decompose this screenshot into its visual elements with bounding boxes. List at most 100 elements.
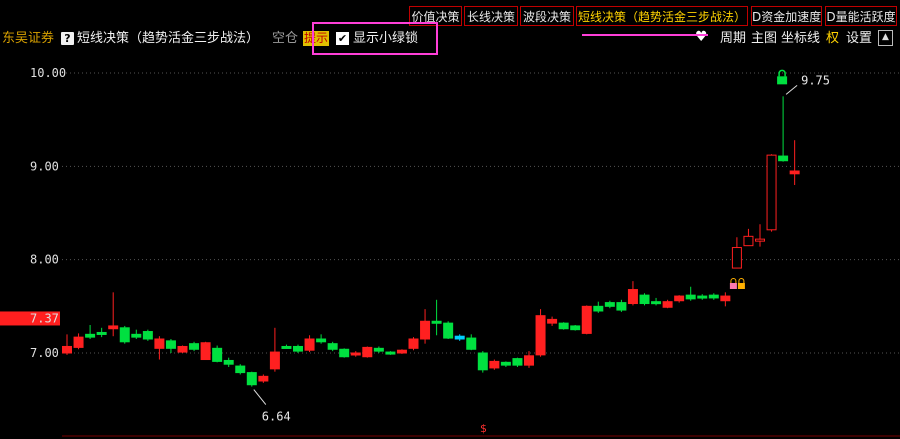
favorite-heart-icon[interactable]: ♥ — [695, 28, 708, 46]
candle — [755, 224, 765, 247]
candle-body — [581, 305, 592, 334]
candle — [73, 333, 84, 350]
broker-name: 东吴证券 — [2, 31, 55, 46]
help-icon[interactable]: ? — [61, 32, 74, 45]
y-tick-label: 8.00 — [30, 253, 59, 267]
candle — [177, 345, 188, 353]
candle-body — [281, 345, 292, 349]
candle-body — [766, 154, 777, 231]
candle — [743, 228, 754, 247]
candle — [212, 345, 223, 363]
candle-body — [408, 338, 419, 349]
candle — [570, 325, 581, 331]
candle-body — [639, 294, 650, 305]
candle-body — [373, 347, 384, 352]
candle — [651, 297, 662, 306]
min-pointer — [253, 389, 267, 405]
candle-body — [489, 360, 500, 369]
tab-1[interactable]: 长线决策 — [464, 6, 518, 26]
y-tick-label: 10.00 — [30, 66, 66, 80]
min-price-label: 6.64 — [262, 410, 291, 424]
candle — [269, 327, 280, 372]
candle-body — [500, 361, 511, 366]
tab-5[interactable]: D量能活跃度 — [825, 6, 897, 26]
axis-line-button[interactable]: 坐标线 — [781, 30, 820, 48]
rights-button[interactable]: 权 — [826, 30, 839, 48]
strategy-tab-bar: 价值决策 长线决策 波段决策 短线决策（趋势活金三步战法） D资金加速度 D量能活跃度 — [0, 0, 900, 28]
candle-body — [73, 336, 84, 348]
candle-body — [269, 351, 280, 370]
candle — [154, 336, 165, 360]
candle — [293, 344, 303, 353]
position-status: 空仓 — [272, 31, 299, 46]
candle — [431, 299, 442, 336]
candle-body — [778, 155, 789, 162]
candle-body — [154, 338, 165, 349]
candle-body — [189, 343, 200, 350]
candle-body — [755, 238, 765, 242]
candle-body — [524, 355, 534, 366]
candle — [604, 300, 615, 309]
tab-4[interactable]: D资金加速度 — [751, 6, 822, 26]
y-axis-labels: 10.00 9.00 8.00 7.00 7.37 — [0, 66, 66, 360]
candle-body — [258, 375, 269, 382]
candle-body — [165, 340, 176, 349]
candle-body — [558, 322, 569, 330]
candle-body — [212, 347, 223, 362]
candle — [339, 348, 350, 358]
candle — [281, 344, 292, 349]
lock-icon-orange — [737, 278, 745, 289]
candle-body — [627, 289, 638, 305]
candle — [396, 349, 407, 354]
annotations: 9.75 6.64 $ — [62, 69, 900, 437]
candle — [316, 334, 327, 344]
tab-2[interactable]: 波段决策 — [520, 6, 574, 26]
candle — [362, 346, 373, 358]
candle — [789, 140, 800, 185]
lock-icon-orange — [729, 278, 737, 289]
candle-body — [304, 338, 315, 351]
candle — [558, 322, 569, 330]
candle — [674, 295, 685, 303]
candle — [223, 357, 234, 367]
lock-icon-green — [777, 69, 788, 85]
candle — [639, 293, 650, 306]
candle — [466, 334, 477, 351]
candle-body — [570, 325, 581, 331]
y-tick-label: 7.00 — [30, 346, 59, 360]
candle — [165, 339, 176, 353]
y-tick-label: 9.00 — [30, 159, 59, 173]
candle — [189, 341, 200, 352]
candle-body — [96, 331, 107, 335]
candle-body — [674, 295, 685, 302]
highlight-underline-annotation — [582, 34, 708, 36]
candle — [350, 351, 361, 357]
candle-body — [685, 294, 696, 300]
tab-3[interactable]: 短线决策（趋势活金三步战法） — [576, 6, 748, 26]
candle-body — [431, 320, 442, 324]
candle — [662, 299, 673, 309]
candle-body — [142, 331, 153, 340]
candle-body — [720, 295, 731, 302]
candle — [708, 293, 719, 300]
candle-body — [62, 345, 72, 354]
candle — [108, 292, 119, 337]
candle — [235, 364, 246, 375]
candle-body — [697, 295, 708, 299]
main-chart-button[interactable]: 主图 — [751, 30, 777, 48]
candle-body — [651, 301, 662, 305]
candle-body — [235, 365, 246, 374]
collapse-up-icon[interactable]: ▲ — [878, 30, 893, 46]
period-button[interactable]: 周期 — [720, 30, 746, 48]
settings-button[interactable]: 设置 — [846, 30, 872, 48]
candle — [62, 334, 72, 355]
candle-body — [339, 348, 350, 358]
candle — [477, 351, 488, 373]
candle-body — [743, 235, 754, 247]
candlestick-chart[interactable]: 10.00 9.00 8.00 7.00 7.37 9.75 6.64 $ — [0, 50, 900, 439]
candle-body — [535, 315, 546, 356]
candle-body — [662, 301, 673, 308]
candle-body — [293, 345, 303, 352]
candle — [524, 351, 534, 368]
candle — [420, 309, 431, 344]
